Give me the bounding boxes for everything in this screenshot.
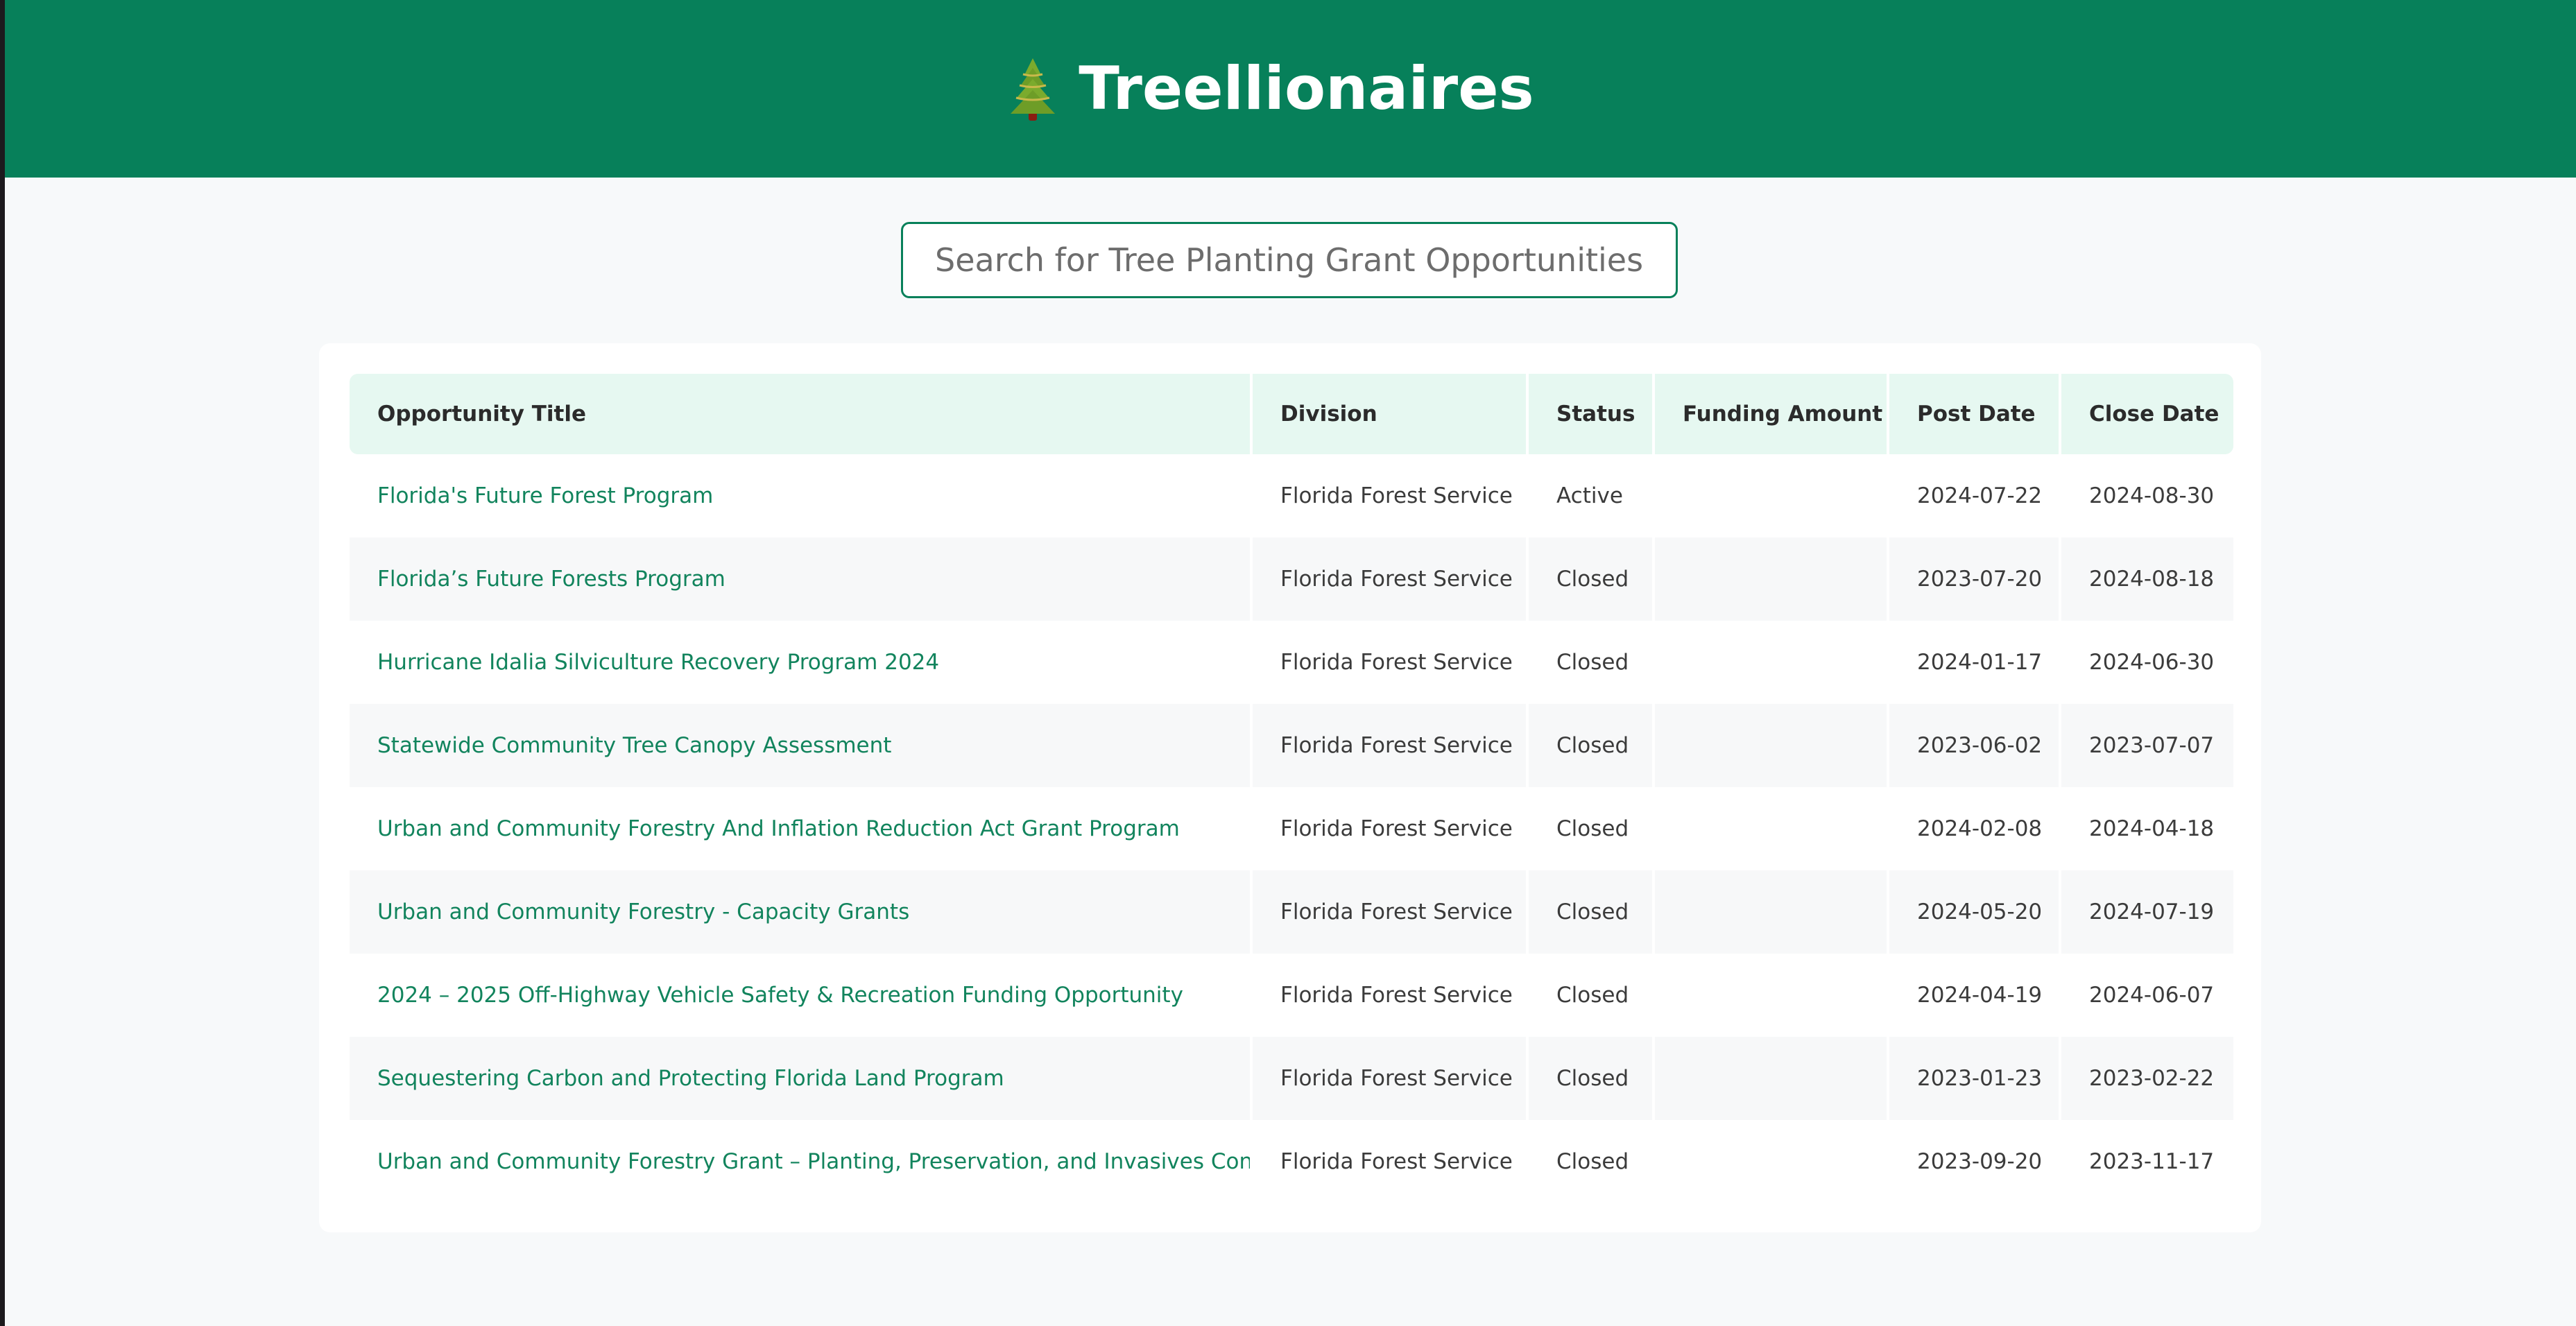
search-input[interactable]	[901, 222, 1678, 298]
status-cell: Closed	[1529, 537, 1652, 621]
status-cell: Closed	[1529, 787, 1652, 870]
division-cell: Florida Forest Service	[1253, 1120, 1526, 1203]
post-date-cell: 2024-07-22	[1889, 454, 2059, 537]
column-header-close-date[interactable]: Close Date	[2061, 374, 2233, 454]
column-header-funding-amount[interactable]: Funding Amount	[1655, 374, 1887, 454]
post-date-cell: 2024-04-19	[1889, 954, 2059, 1037]
status-cell: Closed	[1529, 954, 1652, 1037]
table-row: Statewide Community Tree Canopy Assessme…	[350, 704, 2233, 787]
close-date-cell: 2023-07-07	[2061, 704, 2233, 787]
funding-cell	[1655, 1037, 1887, 1120]
grants-table: Opportunity Title Division Status Fundin…	[347, 374, 2236, 1203]
opportunity-link[interactable]: Florida’s Future Forests Program	[377, 567, 725, 592]
opportunity-link[interactable]: Urban and Community Forestry - Capacity …	[377, 899, 909, 924]
funding-cell	[1655, 870, 1887, 954]
close-date-cell: 2024-08-30	[2061, 454, 2233, 537]
table-row: Hurricane Idalia Silviculture Recovery P…	[350, 621, 2233, 704]
title-cell: Urban and Community Forestry - Capacity …	[350, 870, 1250, 954]
table-row: 2024 – 2025 Off-Highway Vehicle Safety &…	[350, 954, 2233, 1037]
opportunity-link[interactable]: Urban and Community Forestry And Inflati…	[377, 816, 1180, 841]
close-date-cell: 2024-04-18	[2061, 787, 2233, 870]
post-date-cell: 2024-01-17	[1889, 621, 2059, 704]
opportunity-link[interactable]: 2024 – 2025 Off-Highway Vehicle Safety &…	[377, 983, 1183, 1008]
post-date-cell: 2023-09-20	[1889, 1120, 2059, 1203]
post-date-cell: 2024-05-20	[1889, 870, 2059, 954]
status-cell: Closed	[1529, 621, 1652, 704]
title-cell: Urban and Community Forestry And Inflati…	[350, 787, 1250, 870]
evergreen-tree-icon	[1011, 58, 1056, 121]
division-cell: Florida Forest Service	[1253, 704, 1526, 787]
division-cell: Florida Forest Service	[1253, 954, 1526, 1037]
title-cell: 2024 – 2025 Off-Highway Vehicle Safety &…	[350, 954, 1250, 1037]
site-title: Treellionaires	[1079, 54, 1534, 123]
close-date-cell: 2023-11-17	[2061, 1120, 2233, 1203]
results-card: Opportunity Title Division Status Fundin…	[319, 343, 2261, 1232]
status-cell: Closed	[1529, 1120, 1652, 1203]
title-cell: Sequestering Carbon and Protecting Flori…	[350, 1037, 1250, 1120]
site-header: Treellionaires	[5, 0, 2576, 178]
post-date-cell: 2023-06-02	[1889, 704, 2059, 787]
close-date-cell: 2024-08-18	[2061, 537, 2233, 621]
table-row: Urban and Community Forestry Grant – Pla…	[350, 1120, 2233, 1203]
post-date-cell: 2023-07-20	[1889, 537, 2059, 621]
close-date-cell: 2024-06-07	[2061, 954, 2233, 1037]
table-row: Florida’s Future Forests Program Florida…	[350, 537, 2233, 621]
funding-cell	[1655, 704, 1887, 787]
division-cell: Florida Forest Service	[1253, 1037, 1526, 1120]
opportunity-link[interactable]: Sequestering Carbon and Protecting Flori…	[377, 1066, 1004, 1091]
column-header-opportunity-title[interactable]: Opportunity Title	[350, 374, 1250, 454]
title-cell: Florida's Future Forest Program	[350, 454, 1250, 537]
funding-cell	[1655, 537, 1887, 621]
close-date-cell: 2023-02-22	[2061, 1037, 2233, 1120]
column-header-post-date[interactable]: Post Date	[1889, 374, 2059, 454]
division-cell: Florida Forest Service	[1253, 870, 1526, 954]
funding-cell	[1655, 954, 1887, 1037]
opportunity-link[interactable]: Florida's Future Forest Program	[377, 483, 713, 508]
close-date-cell: 2024-06-30	[2061, 621, 2233, 704]
post-date-cell: 2023-01-23	[1889, 1037, 2059, 1120]
status-cell: Closed	[1529, 704, 1652, 787]
funding-cell	[1655, 454, 1887, 537]
table-row: Urban and Community Forestry And Inflati…	[350, 787, 2233, 870]
opportunity-link[interactable]: Statewide Community Tree Canopy Assessme…	[377, 733, 891, 758]
title-cell: Statewide Community Tree Canopy Assessme…	[350, 704, 1250, 787]
funding-cell	[1655, 1120, 1887, 1203]
title-cell: Florida’s Future Forests Program	[350, 537, 1250, 621]
status-cell: Closed	[1529, 1037, 1652, 1120]
page: Treellionaires Opportunity Title Divisio…	[0, 0, 2576, 1326]
status-cell: Closed	[1529, 870, 1652, 954]
funding-cell	[1655, 621, 1887, 704]
table-row: Urban and Community Forestry - Capacity …	[350, 870, 2233, 954]
funding-cell	[1655, 787, 1887, 870]
table-row: Florida's Future Forest Program Florida …	[350, 454, 2233, 537]
division-cell: Florida Forest Service	[1253, 454, 1526, 537]
search-bar	[901, 222, 1678, 298]
division-cell: Florida Forest Service	[1253, 787, 1526, 870]
opportunity-link[interactable]: Hurricane Idalia Silviculture Recovery P…	[377, 650, 939, 675]
brand[interactable]: Treellionaires	[1005, 55, 1534, 122]
opportunity-link[interactable]: Urban and Community Forestry Grant – Pla…	[377, 1149, 1250, 1174]
title-cell: Urban and Community Forestry Grant – Pla…	[350, 1120, 1250, 1203]
column-header-division[interactable]: Division	[1253, 374, 1526, 454]
window-edge	[0, 0, 5, 1326]
title-cell: Hurricane Idalia Silviculture Recovery P…	[350, 621, 1250, 704]
division-cell: Florida Forest Service	[1253, 621, 1526, 704]
table-header-row: Opportunity Title Division Status Fundin…	[350, 374, 2233, 454]
post-date-cell: 2024-02-08	[1889, 787, 2059, 870]
close-date-cell: 2024-07-19	[2061, 870, 2233, 954]
division-cell: Florida Forest Service	[1253, 537, 1526, 621]
table-row: Sequestering Carbon and Protecting Flori…	[350, 1037, 2233, 1120]
column-header-status[interactable]: Status	[1529, 374, 1652, 454]
status-cell: Active	[1529, 454, 1652, 537]
